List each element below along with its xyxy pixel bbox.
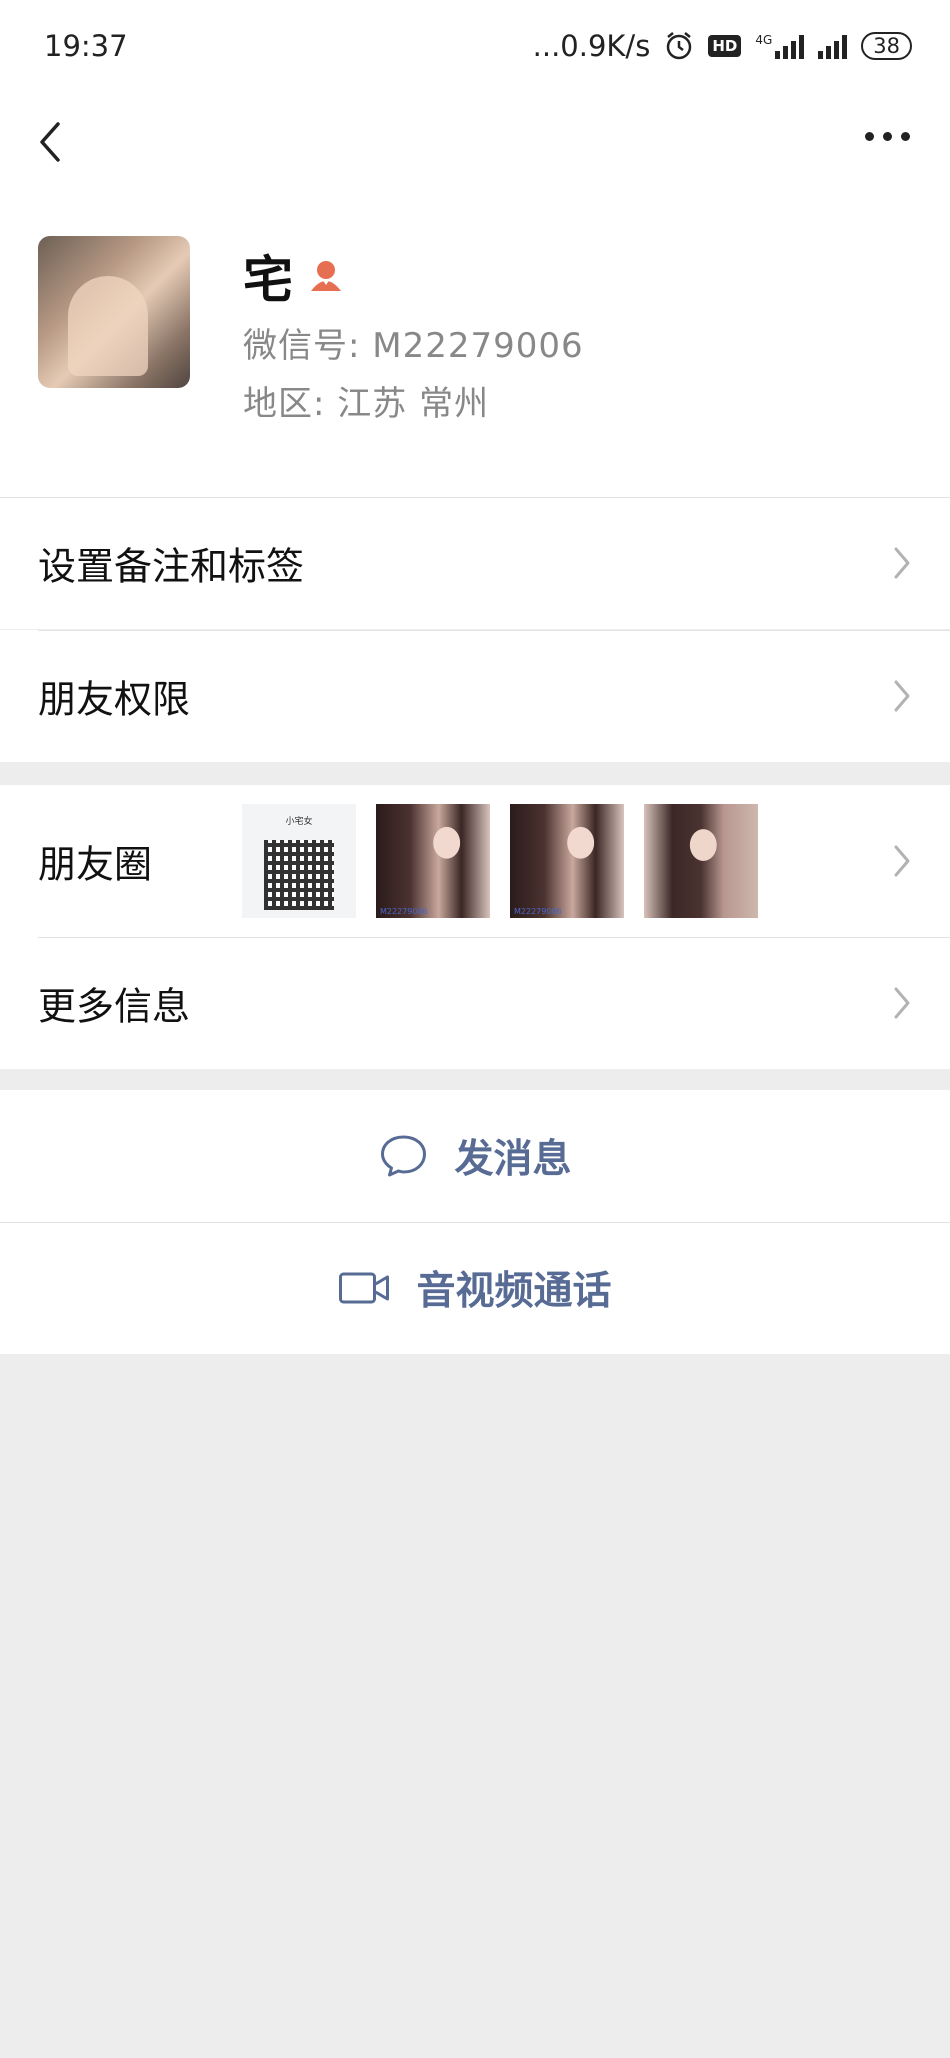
chat-bubble-icon [380, 1135, 426, 1177]
friend-permissions-label: 朋友权限 [38, 677, 191, 722]
hd-icon: HD [708, 35, 742, 57]
divider [0, 1222, 950, 1223]
wechat-id: 微信号: M22279006 [243, 326, 584, 366]
thumbnail-title: 小宅女 [285, 817, 313, 827]
chevron-right-icon [894, 547, 910, 579]
video-call-button[interactable]: 音视频通话 [0, 1222, 950, 1354]
alarm-icon [667, 32, 692, 60]
moments-thumbnail [644, 804, 758, 918]
friend-permissions-cell[interactable]: 朋友权限 [0, 630, 950, 762]
qr-code-icon [264, 840, 334, 910]
profile-header: 宅 微信号: M22279006 地区: 江苏 常州 [0, 192, 950, 497]
moments-thumbnails: 小宅女 M22279006 M22279006 [242, 804, 758, 918]
signal-icon [818, 33, 848, 59]
status-indicators: ...0.9K/s HD 4G 38 [533, 29, 912, 63]
net-type-label: 4G [755, 33, 773, 47]
divider [38, 937, 950, 938]
name-row: 宅 [243, 240, 345, 312]
remark-tags-label: 设置备注和标签 [38, 544, 305, 589]
chevron-left-icon[interactable] [30, 116, 74, 168]
divider [0, 497, 950, 498]
status-bar: 19:37 ...0.9K/s HD 4G 38 [0, 0, 950, 92]
send-message-content: 发消息 [378, 1128, 572, 1184]
video-camera-icon [338, 1272, 389, 1304]
more-info-cell[interactable]: 更多信息 [0, 937, 950, 1069]
moments-thumbnail: M22279006 [510, 804, 624, 918]
remark-tags-cell[interactable]: 设置备注和标签 [0, 497, 950, 629]
moments-thumbnail: M22279006 [376, 804, 490, 918]
chevron-right-icon [894, 680, 910, 712]
chevron-right-icon [894, 845, 910, 877]
send-message-label: 发消息 [454, 1137, 572, 1182]
thumbnail-caption: M22279006 [514, 907, 562, 916]
video-call-content: 音视频通话 [338, 1260, 612, 1316]
female-icon [311, 261, 341, 291]
thumbnail-caption: M22279006 [380, 907, 428, 916]
more-dots-icon[interactable] [865, 132, 910, 141]
video-call-label: 音视频通话 [416, 1269, 612, 1314]
avatar[interactable] [38, 236, 190, 388]
moments-label: 朋友圈 [38, 842, 153, 887]
signal-4g-icon: 4G [755, 33, 805, 59]
chevron-right-icon [894, 987, 910, 1019]
nav-bar [0, 92, 950, 192]
moments-thumbnail-qr: 小宅女 [242, 804, 356, 918]
more-info-label: 更多信息 [38, 984, 191, 1029]
send-message-button[interactable]: 发消息 [0, 1090, 950, 1222]
region: 地区: 江苏 常州 [243, 384, 490, 424]
contact-name: 宅 [243, 251, 293, 309]
divider [38, 630, 950, 631]
status-time: 19:37 [44, 29, 128, 63]
network-speed: ...0.9K/s [532, 29, 651, 63]
battery-icon: 38 [861, 32, 912, 60]
moments-cell[interactable]: 朋友圈 小宅女 M22279006 M22279006 [0, 785, 950, 937]
